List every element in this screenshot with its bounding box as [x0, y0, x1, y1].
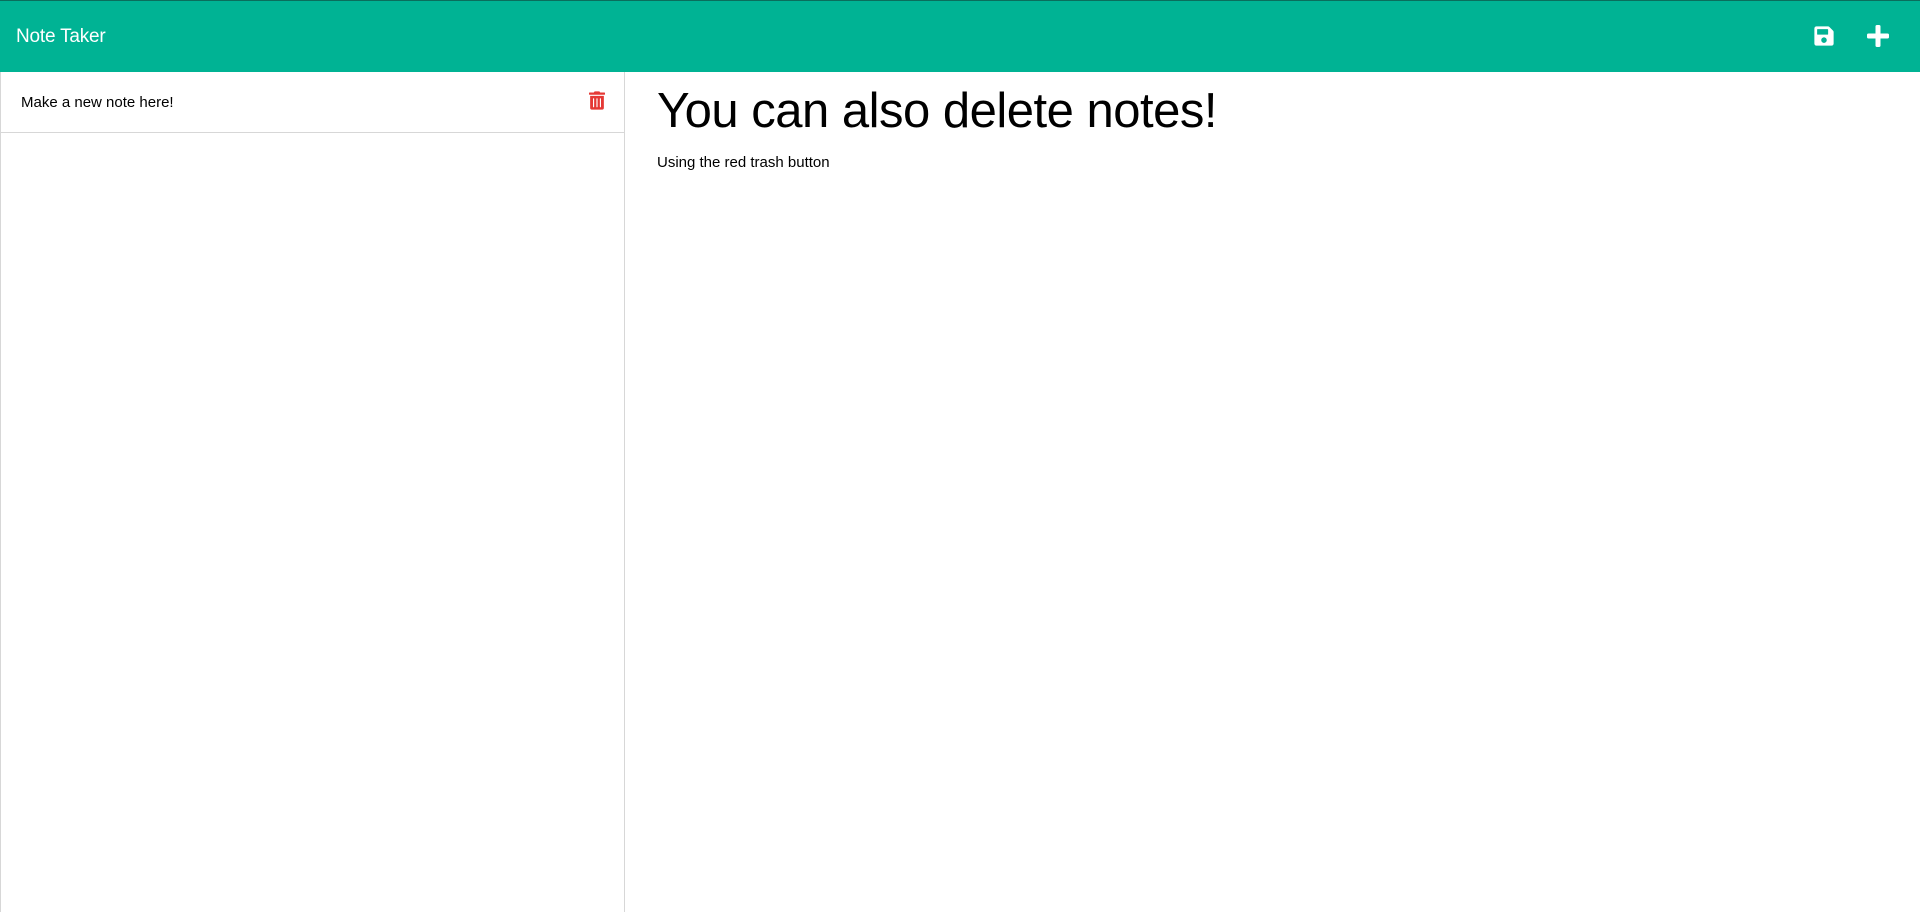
note-title-field[interactable]: You can also delete notes! — [657, 80, 1218, 142]
note-text-field[interactable]: Using the red trash button — [657, 152, 830, 174]
trash-icon — [589, 90, 605, 110]
app-title[interactable]: Note Taker — [16, 1, 106, 72]
new-note-button[interactable] — [1863, 21, 1893, 51]
list-item[interactable]: Make a new note here! — [1, 72, 624, 133]
save-note-button[interactable] — [1809, 21, 1839, 51]
navbar: Note Taker — [0, 0, 1920, 72]
note-editor: You can also delete notes! Using the red… — [657, 72, 1887, 912]
note-list-title[interactable]: Make a new note here! — [21, 72, 174, 133]
notes-sidebar: Make a new note here! — [0, 72, 625, 912]
save-icon — [1814, 26, 1834, 46]
delete-note-button[interactable] — [587, 89, 607, 111]
plus-icon — [1867, 25, 1889, 47]
